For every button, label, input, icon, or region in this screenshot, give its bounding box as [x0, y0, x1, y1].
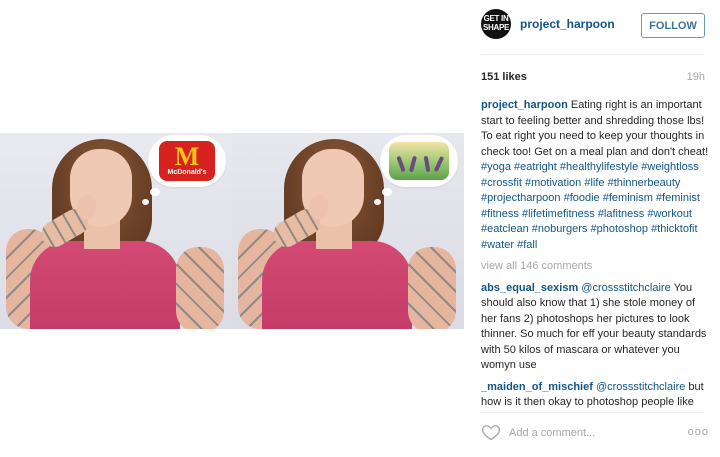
post-media-area: M McDonald's	[0, 0, 464, 457]
yoga-scene-image	[389, 142, 449, 180]
pink-dress	[262, 241, 412, 329]
hashtag-link[interactable]: #yoga	[481, 161, 511, 173]
hashtag-link[interactable]: #workout	[647, 208, 692, 220]
thought-dot	[150, 188, 160, 196]
hashtag-link[interactable]: #projectharpoon	[481, 192, 561, 204]
hashtag-link[interactable]: #water	[481, 239, 514, 251]
add-comment-input[interactable]	[509, 424, 669, 442]
golden-arches-icon: M	[174, 142, 200, 171]
hashtag-link[interactable]: #eatright	[514, 161, 557, 173]
hand-on-chin	[78, 195, 96, 219]
hashtag-link[interactable]: #eatclean	[481, 223, 529, 235]
post-sidebar: GET IN SHAPE project_harpoon FOLLOW 151 …	[464, 0, 720, 457]
hashtag-link[interactable]: #lafitness	[598, 208, 644, 220]
post-header: GET IN SHAPE project_harpoon FOLLOW	[464, 0, 720, 54]
caption-hashtags: #yoga #eatright #healthylifestyle #weigh…	[481, 161, 700, 251]
more-options-icon[interactable]: ooo	[688, 426, 709, 438]
hashtag-link[interactable]: #thicktofit	[651, 223, 697, 235]
tattooed-arm-right	[408, 247, 456, 329]
tattooed-arm-right	[176, 247, 224, 329]
post-actions: ooo	[481, 420, 708, 448]
hashtag-link[interactable]: #fall	[517, 239, 537, 251]
hashtag-link[interactable]: #life	[584, 177, 604, 189]
yoga-figure	[433, 155, 445, 173]
header-divider	[481, 54, 705, 55]
thought-bubble-mcdonalds: M McDonald's	[148, 135, 226, 187]
comment-mention[interactable]: @crossstitchclaire	[596, 381, 685, 393]
hashtag-link[interactable]: #foodie	[564, 192, 600, 204]
comment-item: _maiden_of_mischief @crossstitchclaire b…	[481, 380, 709, 411]
hashtag-link[interactable]: #feminist	[656, 192, 700, 204]
yoga-figure	[408, 155, 418, 173]
comment-text: You should also know that 1) she stole m…	[481, 281, 707, 372]
comment-item: abs_equal_sexism @crossstitchclaire You …	[481, 281, 709, 374]
comment-username[interactable]: abs_equal_sexism	[481, 282, 578, 294]
comment-username[interactable]: _maiden_of_mischief	[481, 381, 593, 393]
hashtag-link[interactable]: #thinnerbeauty	[608, 177, 681, 189]
comments-list[interactable]: project_harpoon Eating right is an impor…	[481, 98, 709, 410]
footer-divider	[481, 412, 705, 413]
photo-panel-left: M McDonald's	[0, 133, 232, 329]
follow-button[interactable]: FOLLOW	[641, 13, 705, 38]
hand-on-chin	[310, 195, 328, 219]
mcdonalds-logo: M McDonald's	[159, 141, 215, 181]
hashtag-link[interactable]: #weightloss	[641, 161, 698, 173]
hashtag-link[interactable]: #fitness	[481, 208, 519, 220]
heart-outline-icon[interactable]	[481, 422, 501, 442]
comment-mention[interactable]: @crossstitchclaire	[581, 282, 670, 294]
yoga-figure	[396, 155, 406, 173]
avatar[interactable]: GET IN SHAPE	[481, 9, 511, 39]
hashtag-link[interactable]: #photoshop	[591, 223, 649, 235]
view-all-comments-link[interactable]: view all 146 comments	[481, 259, 709, 275]
caption-username[interactable]: project_harpoon	[481, 99, 568, 111]
thought-bubble-yoga	[380, 135, 458, 187]
likes-count[interactable]: 151 likes	[481, 71, 527, 83]
hashtag-link[interactable]: #lifetimefitness	[522, 208, 595, 220]
post-timestamp: 19h	[686, 71, 705, 83]
thought-dot	[382, 188, 392, 196]
post-photo[interactable]: M McDonald's	[0, 133, 464, 329]
pink-dress	[30, 241, 180, 329]
yoga-figure	[423, 155, 431, 173]
hashtag-link[interactable]: #crossfit	[481, 177, 522, 189]
hashtag-link[interactable]: #feminism	[603, 192, 653, 204]
thought-dot-small	[142, 199, 149, 205]
hashtag-link[interactable]: #noburgers	[532, 223, 588, 235]
caption: project_harpoon Eating right is an impor…	[481, 98, 709, 253]
hashtag-link[interactable]: #motivation	[525, 177, 581, 189]
photo-panel-right	[232, 133, 464, 329]
thought-dot-small	[374, 199, 381, 205]
post-author-username[interactable]: project_harpoon	[520, 17, 615, 31]
hashtag-link[interactable]: #healthylifestyle	[560, 161, 638, 173]
mcdonalds-logo-text: McDonald's	[167, 169, 207, 176]
